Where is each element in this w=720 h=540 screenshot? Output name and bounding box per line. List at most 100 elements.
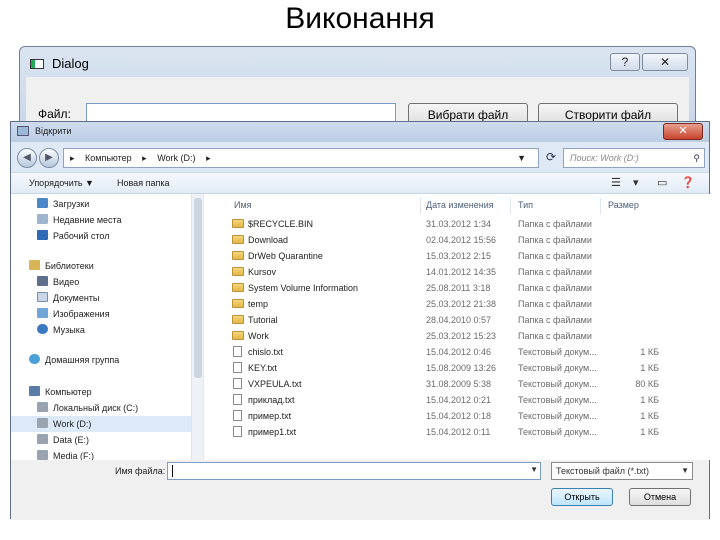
file-row[interactable]: Kursov 14.01.2012 14:35 Папка с файлами bbox=[204, 264, 711, 280]
organize-menu[interactable]: Упорядочить ▼ bbox=[29, 178, 94, 188]
help-button[interactable]: ? bbox=[610, 53, 640, 71]
preview-pane-icon[interactable]: ▭ bbox=[657, 176, 667, 189]
chevron-down-icon: ▼ bbox=[681, 466, 689, 475]
file-row[interactable]: Tutorial 28.04.2010 0:57 Папка с файлами bbox=[204, 312, 711, 328]
slide-title: Виконання bbox=[285, 2, 435, 35]
dialog-icon bbox=[17, 126, 29, 136]
desktop-icon bbox=[37, 230, 48, 240]
music-icon bbox=[37, 324, 48, 334]
text-file-icon bbox=[233, 346, 242, 357]
address-dropdown-icon[interactable]: ▼ bbox=[517, 149, 526, 167]
back-icon[interactable]: ◀ bbox=[17, 148, 37, 168]
text-caret bbox=[172, 465, 173, 477]
file-row[interactable]: пример.txt 15.04.2012 0:18 Текстовый докум… bbox=[204, 408, 711, 424]
sidebar-item-downloads[interactable]: Загрузки bbox=[37, 196, 89, 212]
file-row[interactable]: System Volume Information 25.08.2011 3:18… bbox=[204, 280, 711, 296]
folder-icon bbox=[232, 235, 244, 244]
sidebar-item-drive-f[interactable]: Media (F:) bbox=[37, 448, 94, 460]
file-row[interactable]: temp 25.03.2012 21:38 Папка с файлами bbox=[204, 296, 711, 312]
file-row[interactable]: Work 25.03.2012 15:23 Папка с файлами bbox=[204, 328, 711, 344]
libraries-icon bbox=[29, 260, 40, 270]
sidebar-item-drive-e[interactable]: Data (E:) bbox=[37, 432, 89, 448]
column-divider[interactable] bbox=[510, 198, 511, 214]
dialog-close-button[interactable]: ✕ bbox=[642, 53, 688, 71]
column-header-type[interactable]: Тип bbox=[518, 200, 533, 210]
file-row[interactable]: Download 02.04.2012 15:56 Папка с файлами bbox=[204, 232, 711, 248]
file-row[interactable]: chislo.txt 15.04.2012 0:46 Текстовый докум… bbox=[204, 344, 711, 360]
sidebar-item-images[interactable]: Изображения bbox=[37, 306, 110, 322]
sidebar-item-documents[interactable]: Документы bbox=[37, 290, 99, 306]
dialog-footer: Имя файла: ▼ Текстовый файл (*.txt) ▼ От… bbox=[11, 460, 709, 520]
column-divider[interactable] bbox=[420, 198, 421, 214]
refresh-icon[interactable]: ⟳ bbox=[543, 148, 559, 168]
sidebar-item-desktop[interactable]: Рабочий стол bbox=[37, 228, 110, 244]
filename-dropdown-icon[interactable]: ▼ bbox=[530, 465, 538, 474]
dialog-titlebar[interactable]: Dialog ? ✕ bbox=[20, 47, 695, 77]
view-options-icon[interactable]: ☰ bbox=[611, 176, 621, 189]
column-divider[interactable] bbox=[600, 198, 601, 214]
folder-icon bbox=[232, 267, 244, 276]
file-row[interactable]: VXPEULA.txt 31.08.2009 5:38 Текстовый доку… bbox=[204, 376, 711, 392]
sidebar-item-recent-places[interactable]: Недавние места bbox=[37, 212, 122, 228]
view-dropdown-icon[interactable]: ▾ bbox=[633, 176, 639, 189]
file-row[interactable]: KEY.txt 15.08.2009 13:26 Текстовый докум..… bbox=[204, 360, 711, 376]
recent-places-icon bbox=[37, 214, 48, 224]
file-row[interactable]: DrWeb Quarantine 15.03.2012 2:15 Папка с ф… bbox=[204, 248, 711, 264]
scrollbar-thumb[interactable] bbox=[194, 198, 202, 378]
sidebar-item-libraries[interactable]: Библиотеки bbox=[29, 258, 94, 274]
sidebar-item-music[interactable]: Музыка bbox=[37, 322, 85, 338]
open-dialog-close-button[interactable]: ✕ bbox=[663, 123, 703, 140]
folder-icon bbox=[232, 315, 244, 324]
address-bar[interactable]: ▸ Компьютер ▸ Work (D:) ▸ ▼ bbox=[63, 148, 539, 168]
open-file-dialog: Відкрити ✕ ◀ ▶ ▸ Компьютер ▸ Work (D:) ▸… bbox=[10, 121, 711, 520]
file-list: Имя Дата изменения Тип Размер $RECYCLE.B… bbox=[204, 194, 711, 460]
new-folder-button[interactable]: Новая папка bbox=[117, 178, 169, 188]
homegroup-icon bbox=[29, 354, 40, 364]
text-file-icon bbox=[233, 378, 242, 389]
sidebar-item-drive-d[interactable]: Work (D:) bbox=[11, 416, 191, 432]
text-file-icon bbox=[233, 410, 242, 421]
video-icon bbox=[37, 276, 48, 286]
sidebar-item-drive-c[interactable]: Локальный диск (C:) bbox=[37, 400, 138, 416]
navigation-bar: ◀ ▶ ▸ Компьютер ▸ Work (D:) ▸ ▼ ⟳ Поиск:… bbox=[11, 142, 709, 172]
breadcrumb-computer[interactable]: Компьютер bbox=[85, 153, 132, 163]
folder-icon bbox=[232, 283, 244, 292]
help-icon[interactable]: ❓ bbox=[681, 176, 695, 189]
window-icon bbox=[30, 59, 44, 69]
folder-icon bbox=[232, 219, 244, 228]
open-button[interactable]: Открыть bbox=[551, 488, 613, 506]
column-header-name[interactable]: Имя bbox=[234, 200, 252, 210]
file-row[interactable]: приклад.txt 15.04.2012 0:21 Текстовый доку… bbox=[204, 392, 711, 408]
drive-icon bbox=[37, 434, 48, 444]
drive-icon bbox=[37, 418, 48, 428]
filename-input[interactable]: ▼ bbox=[167, 462, 541, 480]
forward-icon[interactable]: ▶ bbox=[39, 148, 59, 168]
sidebar-item-video[interactable]: Видео bbox=[37, 274, 79, 290]
filename-label: Имя файла: bbox=[115, 466, 166, 476]
folder-icon bbox=[232, 299, 244, 308]
filetype-select[interactable]: Текстовый файл (*.txt) ▼ bbox=[551, 462, 693, 480]
file-path-input[interactable] bbox=[86, 103, 396, 123]
breadcrumb-chevron-icon: ▸ bbox=[206, 153, 211, 163]
images-icon bbox=[37, 308, 48, 318]
breadcrumb-work[interactable]: Work (D:) bbox=[157, 153, 195, 163]
dialog-title: Dialog bbox=[52, 56, 89, 71]
sidebar-scrollbar[interactable] bbox=[191, 194, 203, 460]
file-row[interactable]: $RECYCLE.BIN 31.03.2012 1:34 Папка с файла… bbox=[204, 216, 711, 232]
computer-icon bbox=[29, 386, 40, 396]
text-file-icon bbox=[233, 426, 242, 437]
file-row[interactable]: пример1.txt 15.04.2012 0:11 Текстовый доку… bbox=[204, 424, 711, 440]
downloads-icon bbox=[37, 198, 48, 208]
search-input[interactable]: Поиск: Work (D:) ⚲ bbox=[563, 148, 705, 168]
folder-icon bbox=[232, 251, 244, 260]
file-label: Файл: bbox=[38, 107, 71, 121]
open-dialog-titlebar[interactable]: Відкрити ✕ bbox=[11, 122, 709, 142]
sidebar-item-computer[interactable]: Компьютер bbox=[29, 384, 92, 400]
search-placeholder: Поиск: Work (D:) bbox=[570, 153, 639, 163]
cancel-button[interactable]: Отмена bbox=[629, 488, 691, 506]
documents-icon bbox=[37, 292, 48, 302]
address-chevron-icon: ▸ bbox=[70, 153, 75, 163]
column-header-size[interactable]: Размер bbox=[608, 200, 639, 210]
column-header-date[interactable]: Дата изменения bbox=[426, 200, 494, 210]
sidebar-item-homegroup[interactable]: Домашняя группа bbox=[29, 352, 119, 368]
